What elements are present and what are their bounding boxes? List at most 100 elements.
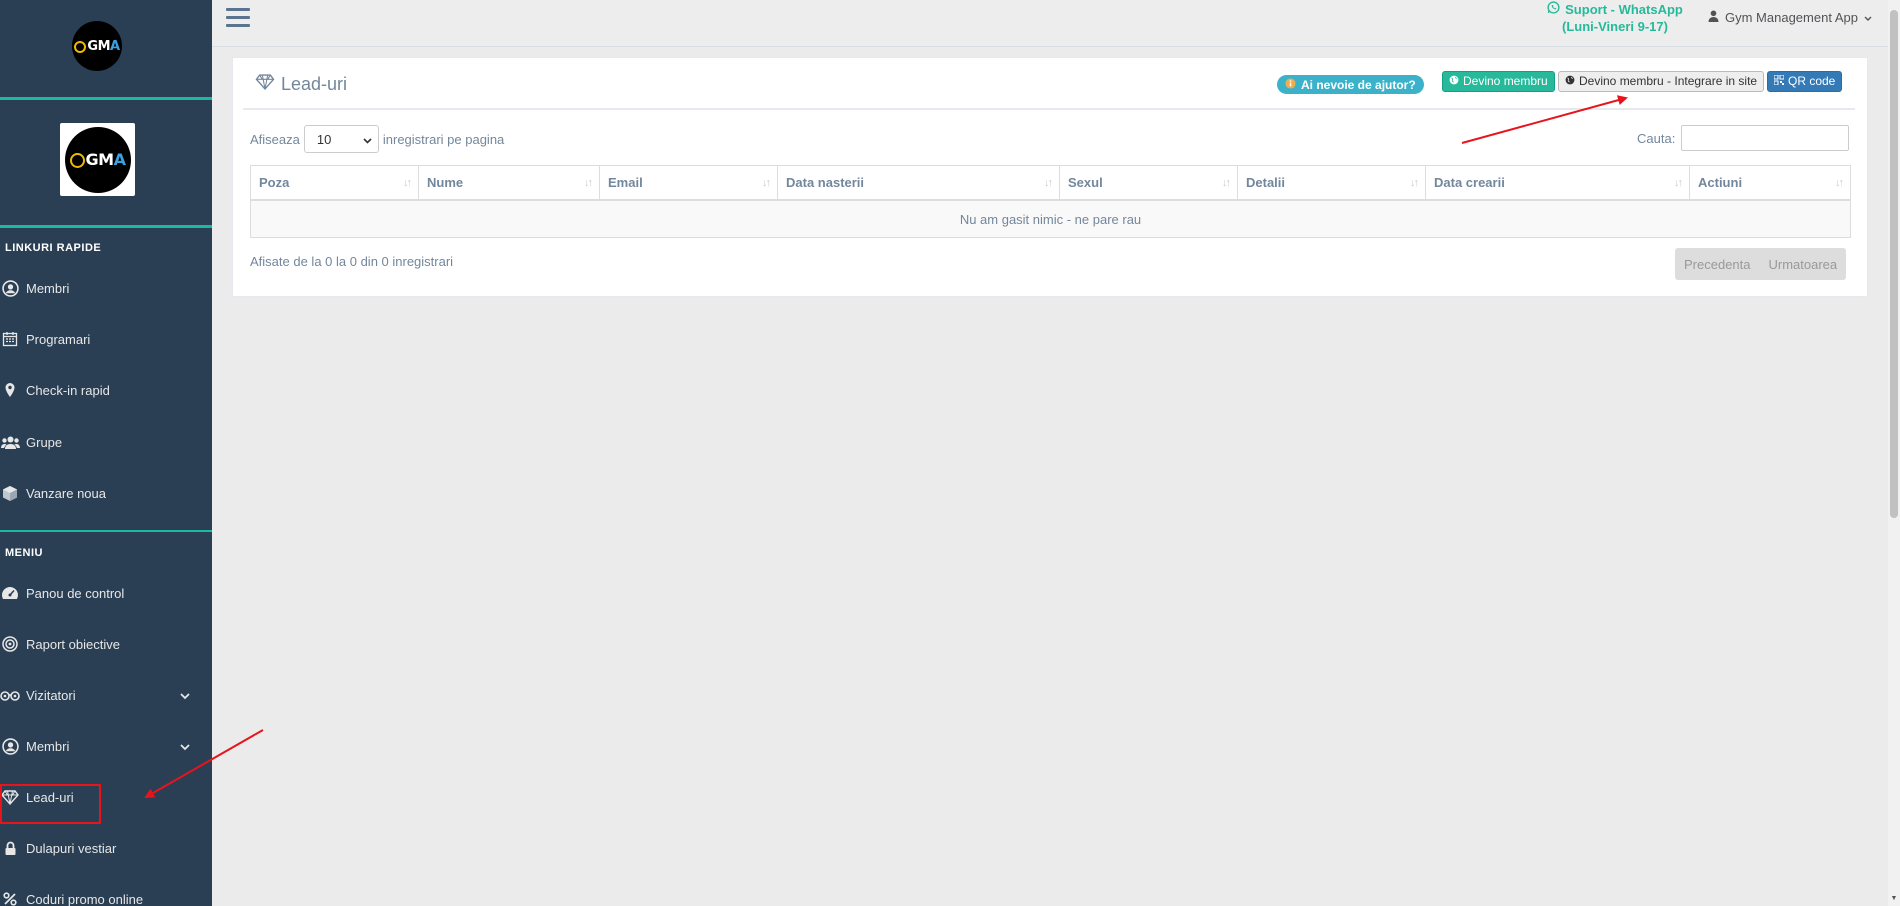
sort-icon: ↓↑: [584, 177, 593, 189]
sidebar-item-quick-vanzare[interactable]: Vanzare noua: [0, 478, 212, 508]
sidebar-item-membri[interactable]: Membri: [0, 731, 212, 761]
users-icon: [0, 432, 20, 452]
sidebar-item-label: Dulapuri vestiar: [26, 840, 117, 856]
table-search: Cauta:: [1637, 125, 1850, 151]
column-header-poza[interactable]: Poza ↓↑: [251, 166, 419, 199]
scrollbar-thumb[interactable]: [1890, 10, 1898, 518]
chevron-down-icon: [180, 739, 190, 754]
column-header-data-crearii[interactable]: Data crearii ↓↑: [1426, 166, 1690, 199]
percent-icon: [0, 889, 20, 906]
sort-icon: ↓↑: [1044, 177, 1053, 189]
sort-icon: ↓↑: [1410, 177, 1419, 189]
profile-logo: GM A: [60, 123, 135, 196]
page-length-value: 10: [316, 131, 332, 147]
sidebar-item-label: Panou de control: [26, 585, 125, 601]
user-icon: [1708, 10, 1719, 25]
user-menu[interactable]: Gym Management App: [1708, 10, 1872, 25]
panel-divider: [243, 108, 1855, 110]
sidebar-divider: [0, 225, 212, 228]
sidebar-item-quick-programari[interactable]: Programari: [0, 324, 212, 354]
sidebar-item-label: Grupe: [26, 434, 63, 450]
page-length-control: Afiseaza 10 inregistrari pe pagina: [250, 125, 504, 153]
column-header-data-nasterii[interactable]: Data nasterii ↓↑: [778, 166, 1060, 199]
column-header-label: Data nasterii: [786, 175, 865, 190]
qr-code-label: QR code: [1788, 74, 1836, 88]
column-header-email[interactable]: Email ↓↑: [600, 166, 778, 199]
search-label: Cauta:: [1637, 130, 1676, 146]
sidebar-item-label: Coduri promo online: [26, 891, 144, 906]
chevron-down-icon: [1864, 10, 1872, 25]
sidebar-item-label: Vanzare noua: [26, 485, 106, 501]
sort-icon: ↓↑: [1222, 177, 1231, 189]
pagination: Precedenta Urmatoarea: [1675, 248, 1847, 280]
whatsapp-icon: [1547, 1, 1560, 18]
sidebar-item-quick-checkin[interactable]: Check-in rapid: [0, 375, 212, 405]
quick-links-title: LINKURI RAPIDE: [5, 242, 102, 254]
column-header-label: Sexul: [1068, 175, 1103, 190]
sort-icon: ↓↑: [762, 177, 771, 189]
table-info: Afisate de la 0 la 0 din 0 inregistrari: [250, 254, 454, 269]
column-header-label: Data crearii: [1434, 175, 1505, 190]
sidebar-item-label: Membri: [26, 738, 70, 754]
bullseye-icon: [0, 634, 20, 654]
menu-toggle-icon[interactable]: [226, 8, 250, 28]
chevron-down-icon: [363, 132, 372, 147]
sort-icon: ↓↑: [1674, 177, 1683, 189]
sidebar-item-label: Membri: [26, 280, 70, 296]
column-header-sexul[interactable]: Sexul ↓↑: [1060, 166, 1238, 199]
sidebar-divider: [0, 97, 212, 100]
logo-mark: GM A: [69, 150, 126, 169]
user-name: Gym Management App: [1725, 10, 1858, 25]
content-panel: Lead-uri Ai nevoie de ajutor? Devino mem…: [232, 57, 1868, 297]
support-hours: (Luni-Vineri 9-17): [1562, 19, 1668, 34]
search-input[interactable]: [1681, 125, 1850, 151]
sidebar: GM A GM A LINKURI RAPIDE Membri Programari…: [0, 0, 212, 906]
calendar-icon: [0, 329, 20, 349]
sidebar-item-coduri[interactable]: Coduri promo online: [0, 884, 212, 906]
lock-icon: [0, 838, 20, 858]
whatsapp-support-link[interactable]: Suport - WhatsApp (Luni-Vineri 9-17): [1540, 1, 1690, 35]
column-header-label: Poza: [259, 175, 290, 190]
sidebar-item-label: Raport obiective: [26, 636, 120, 652]
globe-icon: [1449, 72, 1459, 91]
sidebar-item-label: Check-in rapid: [26, 382, 110, 398]
integration-label: Devino membru - Integrare in site: [1579, 74, 1758, 88]
sort-icon: ↓↑: [1835, 177, 1844, 189]
info-icon: [1285, 77, 1296, 92]
menu-title: MENIU: [5, 547, 43, 559]
sidebar-item-label: Vizitatori: [26, 687, 76, 703]
leads-table: Poza ↓↑ Nume ↓↑ Email ↓↑ Data nasterii ↓…: [250, 165, 1851, 238]
top-navbar: Suport - WhatsApp (Luni-Vineri 9-17) Gym…: [212, 0, 1888, 47]
pagination-prev-button[interactable]: Precedenta: [1675, 248, 1760, 280]
help-badge[interactable]: Ai nevoie de ajutor?: [1277, 75, 1424, 94]
sort-icon: ↓↑: [403, 177, 412, 189]
help-badge-label: Ai nevoie de ajutor?: [1301, 77, 1416, 92]
become-member-button[interactable]: Devino membru: [1442, 71, 1555, 92]
sidebar-item-raport[interactable]: Raport obiective: [0, 629, 212, 659]
dashboard-icon: [0, 583, 20, 603]
chevron-down-icon: [180, 688, 190, 703]
sidebar-item-dulapuri[interactable]: Dulapuri vestiar: [0, 833, 212, 863]
qrcode-icon: [1773, 72, 1785, 91]
sidebar-item-vizitatori[interactable]: Vizitatori: [0, 680, 212, 710]
empty-message: Nu am gasit nimic - ne pare rau: [959, 211, 1142, 227]
sidebar-item-quick-membri[interactable]: Membri: [0, 273, 212, 303]
sidebar-item-quick-grupe[interactable]: Grupe: [0, 427, 212, 457]
column-header-detalii[interactable]: Detalii ↓↑: [1238, 166, 1426, 199]
column-header-nume[interactable]: Nume ↓↑: [419, 166, 600, 199]
sidebar-item-label: Programari: [26, 331, 91, 347]
app-logo[interactable]: GM A: [72, 21, 122, 71]
column-header-label: Detalii: [1246, 175, 1286, 190]
support-title: Suport - WhatsApp: [1565, 2, 1683, 17]
become-member-integration-button[interactable]: Devino membru - Integrare in site: [1558, 71, 1765, 92]
page-scrollbar[interactable]: ▼: [1888, 0, 1900, 906]
sidebar-item-panou[interactable]: Panou de control: [0, 578, 212, 608]
column-header-label: Nume: [427, 175, 464, 190]
qr-code-button[interactable]: QR code: [1767, 71, 1843, 92]
scroll-down-icon[interactable]: ▼: [1890, 894, 1898, 902]
cube-icon: [0, 483, 20, 503]
length-prefix: Afiseaza: [250, 131, 300, 147]
pagination-next-button[interactable]: Urmatoarea: [1760, 248, 1847, 280]
column-header-actiuni[interactable]: Actiuni ↓↑: [1690, 166, 1850, 199]
page-length-select[interactable]: 10: [303, 125, 379, 153]
